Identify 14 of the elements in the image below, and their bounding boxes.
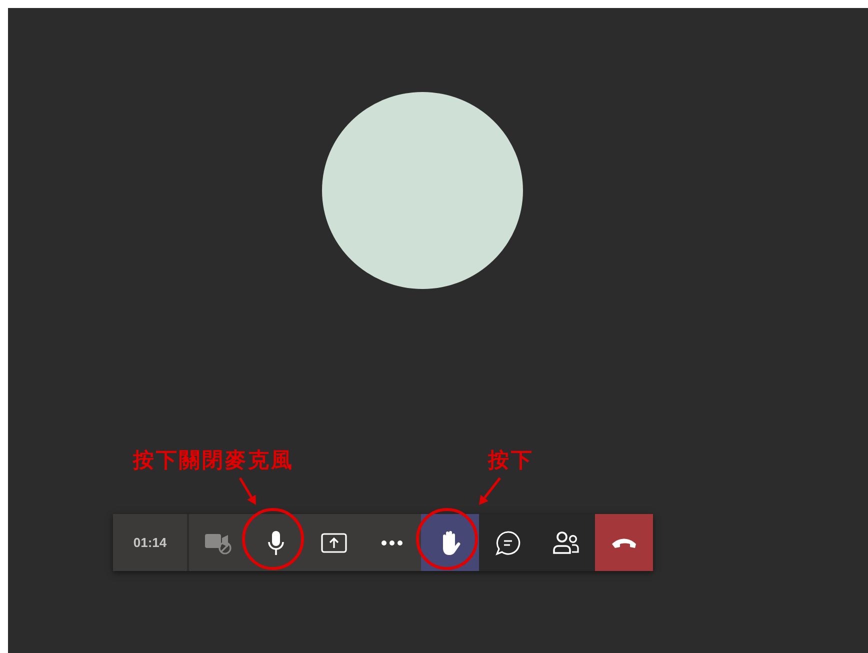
hang-up-button[interactable] (595, 514, 653, 571)
share-screen-icon (321, 532, 347, 552)
microphone-icon (267, 530, 285, 556)
annotation-label: 按下關閉麥克風 (133, 446, 294, 474)
hang-up-icon (611, 536, 637, 548)
more-icon (381, 540, 403, 546)
people-icon (552, 530, 580, 554)
microphone-button[interactable] (247, 514, 305, 571)
annotation-arrow (479, 477, 501, 505)
annotation-arrow (238, 477, 256, 505)
raise-hand-button[interactable] (421, 514, 479, 571)
annotation-label: 按下 (488, 446, 534, 474)
call-timer: 01:14 (113, 514, 189, 571)
chat-icon (495, 530, 521, 556)
